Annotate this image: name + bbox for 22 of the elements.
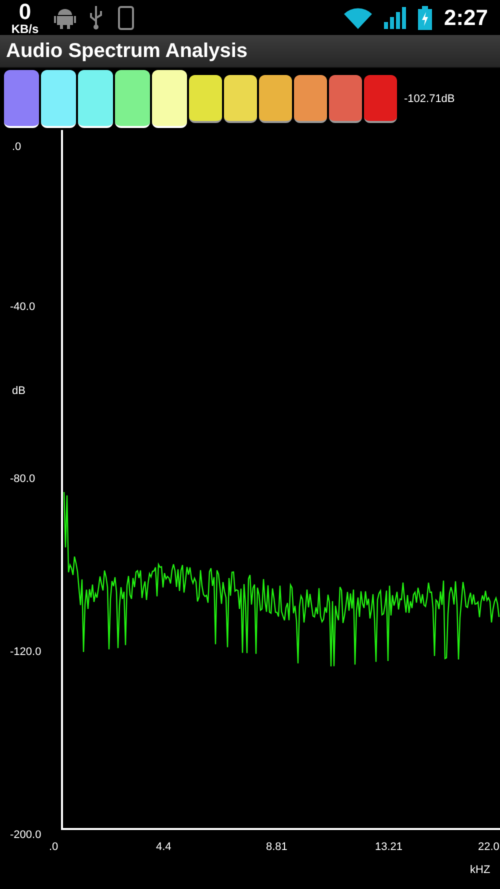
app-title: Audio Spectrum Analysis [6,39,248,64]
x-axis-label: 8.81 [266,840,288,855]
speed-value: 0 [18,0,32,22]
usb-icon [88,4,104,30]
clock-time: 2:27 [444,4,488,32]
phone-icon [116,4,136,30]
signal-icon [384,6,406,28]
y-axis-label: .0 [12,140,22,155]
x-axis-label: 22.0 [478,840,500,855]
level-reading: -102.71dB [404,92,455,107]
wifi-icon [344,6,372,28]
y-axis-label: -120.0 [10,645,42,660]
x-axis-unit: kHZ [470,863,490,878]
x-axis-label: 13.21 [375,840,403,855]
battery-icon [418,6,432,30]
x-axis-label: 4.4 [156,840,172,855]
speed-unit: KB/s [11,22,39,34]
y-axis-label: -40.0 [10,300,36,315]
x-axis-label: .0 [49,840,58,855]
y-axis-label: -200.0 [10,828,42,843]
y-axis-label: -80.0 [10,472,36,487]
y-axis-unit: dB [12,384,26,399]
